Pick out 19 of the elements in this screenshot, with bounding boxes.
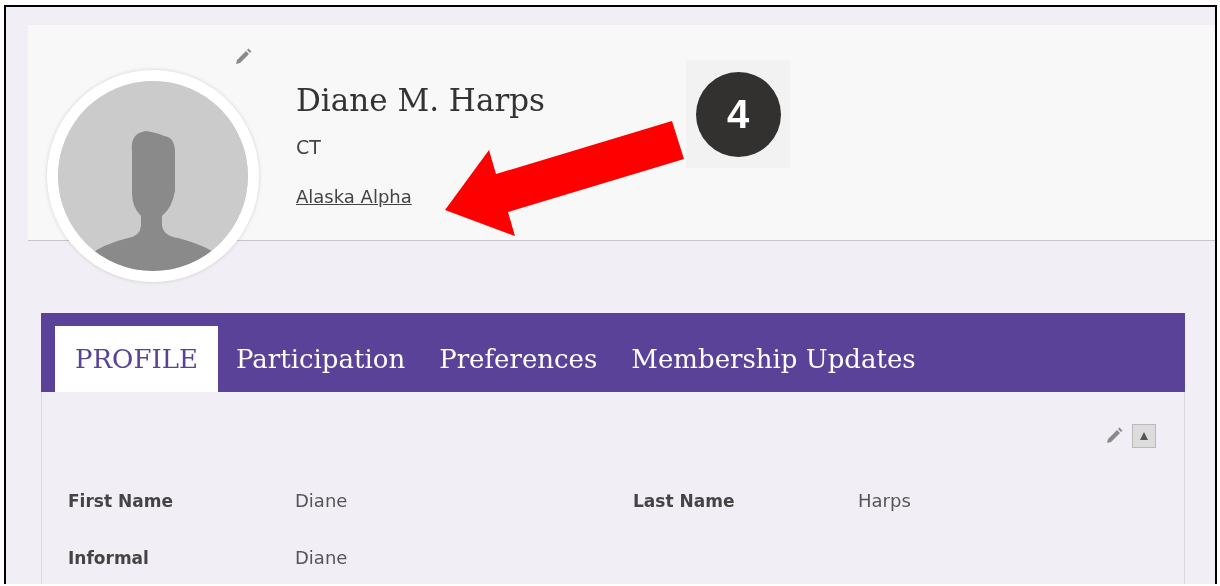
field-value: Diane (295, 547, 349, 568)
profile-tab[interactable]: Membership Updates (615, 326, 932, 392)
profile-tab[interactable]: Preferences (423, 326, 614, 392)
chapter-link[interactable]: Alaska Alpha (296, 185, 412, 209)
field-label: Last Name (633, 490, 736, 511)
member-name: Diane M. Harps (296, 81, 545, 120)
field-value: Harps (858, 490, 912, 511)
profile-tab[interactable]: PROFILE (55, 326, 218, 392)
step-number-badge: 4 (695, 71, 781, 157)
profile-tab[interactable]: Participation (219, 326, 422, 392)
pencil-icon[interactable] (233, 47, 253, 67)
member-designation: CT (296, 135, 321, 159)
collapse-button[interactable] (1132, 424, 1156, 448)
triangle-up-icon (1139, 431, 1149, 441)
field-value: Diane (295, 490, 349, 511)
field-label: Informal (68, 547, 150, 568)
pencil-icon[interactable] (1104, 426, 1124, 446)
field-label: First Name (68, 490, 174, 511)
avatar-silhouette-icon (58, 81, 248, 271)
